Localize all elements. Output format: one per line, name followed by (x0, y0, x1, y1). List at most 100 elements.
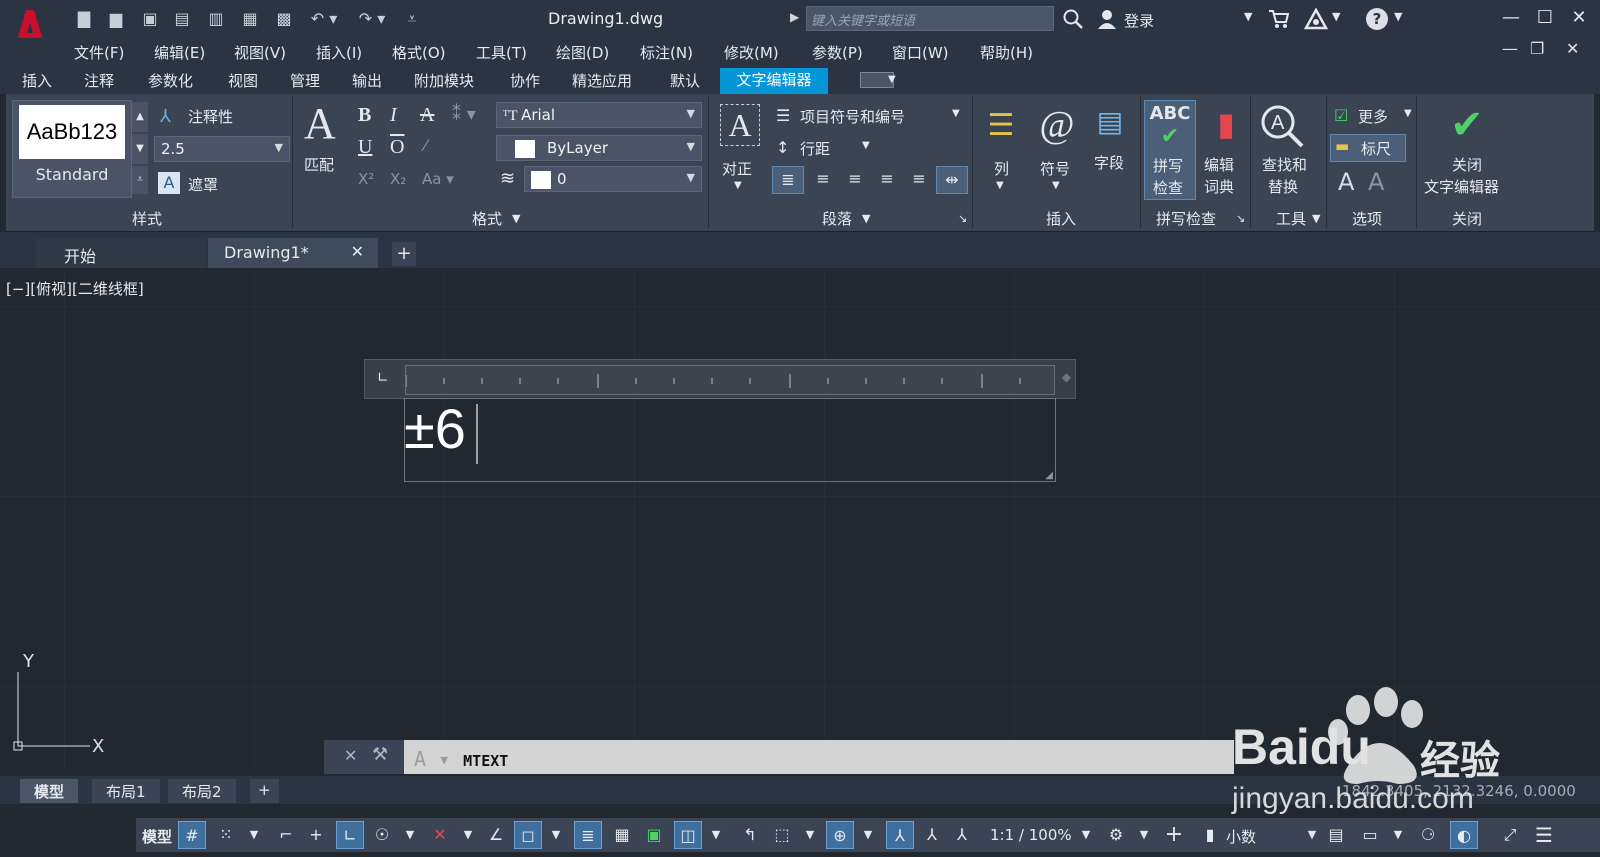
doc-restore-icon[interactable]: ❐ (1530, 39, 1544, 58)
drawing-tab[interactable]: Drawing1* ✕ (208, 238, 378, 268)
3d-osnap-caret-icon[interactable]: ▼ (702, 821, 730, 849)
object-snap-tracking-icon[interactable]: ∠ (482, 821, 510, 849)
stack-icon[interactable]: ⁑ ▾ (452, 104, 476, 125)
ortho-icon[interactable]: ∟ (336, 821, 364, 849)
layout-tab-2[interactable]: 布局2 (168, 779, 236, 803)
align-center-icon[interactable]: ≡ (808, 166, 838, 194)
snap-icon[interactable]: ⁙ (212, 821, 240, 849)
annotation-scale-value[interactable]: 1:1 / 100% (990, 826, 1072, 844)
symbol-caret-icon[interactable]: ▼ (1052, 180, 1060, 191)
menu-format[interactable]: 格式(O) (392, 42, 446, 63)
justify-caret-icon[interactable]: ▼ (734, 180, 742, 191)
subscript-icon[interactable]: X₂ (390, 170, 406, 188)
close-editor-label-1[interactable]: 关闭 (1452, 154, 1482, 175)
italic-icon[interactable]: I (390, 104, 397, 127)
dictionary-icon[interactable]: ▮ (1204, 102, 1248, 146)
match-button[interactable]: 匹配 (304, 154, 334, 175)
tab-view[interactable]: 视图 (228, 70, 258, 91)
mtext-editor-box[interactable]: ◢ (404, 398, 1056, 482)
style-preview[interactable]: AaBb123 Standard (12, 100, 132, 198)
gizmo-icon[interactable]: ⊕ (826, 821, 854, 849)
search-icon[interactable] (1062, 8, 1084, 30)
annotation-visibility-icon[interactable]: ⅄ (886, 821, 914, 849)
tab-output[interactable]: 输出 (352, 70, 382, 91)
isometric-caret-icon[interactable]: ▼ (454, 821, 482, 849)
tab-text-editor[interactable]: 文字编辑器 (720, 68, 828, 94)
grid-icon[interactable]: # (178, 821, 206, 849)
style-scroll-up-icon[interactable]: ▲ (132, 102, 148, 132)
columns-icon[interactable]: ☰ (978, 106, 1024, 146)
maximize-button[interactable]: ☐ (1530, 5, 1560, 31)
mtext-ruler[interactable]: ∟ ◆ (364, 359, 1076, 399)
tools-panel-title[interactable]: 工具 (1276, 208, 1306, 229)
bullets-button[interactable]: 项目符号和编号 (800, 106, 905, 127)
columns-button[interactable]: 列 (994, 158, 1009, 179)
spell-check-button[interactable]: ABC ✔ 拼写 检查 (1144, 100, 1196, 200)
line-spacing-caret-icon[interactable]: ▼ (862, 140, 870, 151)
quick-access-menu-icon[interactable]: ⩡ (400, 8, 424, 30)
annotation-monitor-icon[interactable]: + (1160, 821, 1188, 849)
undo-icon[interactable]: ↶ ▾ (306, 8, 342, 30)
find-replace-icon[interactable]: A (1258, 102, 1306, 150)
style-expand-icon[interactable]: ⩡ (132, 166, 148, 194)
find-replace-label-2[interactable]: 替换 (1268, 176, 1298, 197)
infer-constraints-icon[interactable]: ⌐ (272, 821, 300, 849)
tab-featured-apps[interactable]: 精选应用 (572, 70, 632, 91)
align-right-icon[interactable]: ≡ (840, 166, 870, 194)
tab-addins[interactable]: 附加模块 (414, 70, 474, 91)
command-prompt-icon[interactable]: A ▾ (414, 747, 450, 771)
more-caret-icon[interactable]: ▼ (1404, 108, 1412, 119)
menu-insert[interactable]: 插入(I) (316, 42, 362, 63)
field-button[interactable]: 字段 (1094, 152, 1124, 173)
export-icon[interactable]: ▥ (204, 8, 228, 30)
paragraph-panel-title[interactable]: 段落 (822, 208, 852, 229)
symbol-icon[interactable]: @ (1034, 102, 1080, 148)
layout-tab-1[interactable]: 布局1 (92, 779, 160, 803)
object-snap-caret-icon[interactable]: ▼ (542, 821, 570, 849)
match-properties-icon[interactable]: A (304, 100, 336, 148)
save-as-icon[interactable]: ▤ (170, 8, 194, 30)
mask-button[interactable]: 遮罩 (188, 174, 218, 195)
edit-dictionary-label-2[interactable]: 词典 (1204, 176, 1234, 197)
layout-tab-model[interactable]: 模型 (20, 779, 79, 803)
columns-caret-icon[interactable]: ▼ (996, 180, 1004, 191)
save-icon[interactable]: ▣ (138, 8, 162, 30)
edit-dictionary-label-1[interactable]: 编辑 (1204, 154, 1234, 175)
ruler-track[interactable] (405, 365, 1055, 395)
fraction-icon[interactable]: ⁄ (424, 136, 427, 155)
annotation-scale-icon[interactable]: ⅄ (948, 821, 976, 849)
justification-icon[interactable]: A (720, 104, 760, 146)
model-space-button[interactable]: 模型 (142, 826, 172, 847)
new-tab-button[interactable]: + (392, 242, 416, 266)
symbol-button[interactable]: 符号 (1040, 158, 1070, 179)
distribute-icon[interactable]: ≡ (904, 166, 934, 194)
redo-text-icon[interactable]: A (1368, 168, 1384, 196)
search-input[interactable]: 键入关键字或短语 (806, 6, 1054, 31)
checkmark-icon[interactable]: ✔ (1442, 100, 1492, 150)
units-icon[interactable]: ▮ (1196, 821, 1224, 849)
auto-scale-icon[interactable]: ⅄ (918, 821, 946, 849)
tab-collaborate[interactable]: 协作 (510, 70, 540, 91)
command-close-icon[interactable]: ✕ (344, 746, 357, 765)
add-layout-button[interactable]: + (250, 779, 279, 803)
ribbon-toggle-caret-icon[interactable]: ▼ (888, 74, 896, 85)
workspace-gear-icon[interactable]: ⚙ (1102, 821, 1130, 849)
menu-help[interactable]: 帮助(H) (980, 42, 1033, 63)
new-icon[interactable]: ▇ (72, 8, 96, 30)
spell-dialog-launcher-icon[interactable]: ↘ (1236, 212, 1245, 225)
undo-text-icon[interactable]: A (1338, 168, 1354, 196)
tools-expand-icon[interactable]: ▼ (1312, 212, 1320, 225)
menu-view[interactable]: 视图(V) (234, 42, 286, 63)
tab-default[interactable]: 默认 (670, 70, 700, 91)
menu-file[interactable]: 文件(F) (74, 42, 124, 63)
menu-window[interactable]: 窗口(W) (892, 42, 949, 63)
format-panel-title[interactable]: 格式 (472, 208, 502, 229)
field-icon[interactable]: ▤ (1088, 102, 1132, 142)
open-icon[interactable]: ▆ (104, 8, 128, 30)
close-tab-icon[interactable]: ✕ (351, 242, 364, 261)
object-snap-icon[interactable]: ◻ (514, 821, 542, 849)
minimize-button[interactable]: — (1496, 5, 1526, 31)
annotative-button[interactable]: 注释性 (188, 106, 233, 127)
strikethrough-icon[interactable]: A (420, 104, 434, 127)
paragraph-expand-icon[interactable]: ▼ (862, 212, 870, 225)
